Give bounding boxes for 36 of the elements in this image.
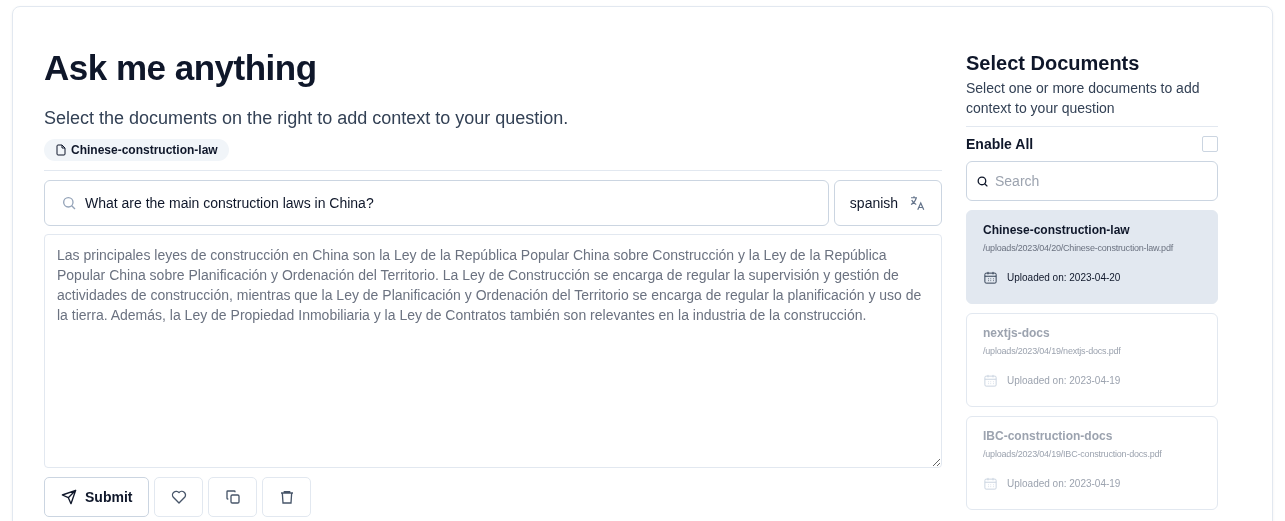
trash-icon [278,489,295,505]
copy-button[interactable] [208,477,258,517]
search-icon [61,195,77,211]
like-button[interactable] [154,477,204,517]
answer-box[interactable]: Las principales leyes de construcción en China son la Ley de la República Popular China sobre Construcción y la Ley de la República Popular China sobre Planificación y Ordenación del Territorio. La Ley de Construcción se encarga de regular la supervisión y gestión de actividades de construcción, mientras que la Ley de Planificación y Ordenación del Territorio se encarga de regular la planificación y uso de la tierra. Además, la Ley de Propiedad Inmobiliaria y la Ley de Contratos también son relevantes en la industria de la construcción. [44,234,942,468]
upload-date: Uploaded on: 2023-04-19 [1007,375,1121,386]
document-path: /uploads/2023/04/19/IBC-construction-docs.pdf [983,449,1162,459]
page-title: Ask me anything [44,47,318,89]
search-field[interactable]: Search [966,161,1218,201]
translate-icon [908,194,927,212]
sidebar-title: Select Documents [966,51,1141,75]
document-name: Chinese-construction-law [983,223,1130,237]
calendar-icon [983,270,998,285]
upload-date: Uploaded on: 2023-04-19 [1007,478,1121,489]
upload-date: Uploaded on: 2023-04-20 [1007,272,1121,283]
calendar-icon [983,476,998,491]
document-name: nextjs-docs [983,326,1050,340]
sidebar-description: Select one or more documents to add context to your question [966,79,1201,118]
document-tag: Chinese-construction-law [44,139,229,161]
send-icon [61,489,77,505]
enable-all-checkbox[interactable] [1202,136,1218,152]
heart-icon [170,489,187,505]
document-path: /uploads/2023/04/20/Chinese-construction-law.pdf [983,243,1174,253]
question-field[interactable]: What are the main construction laws in China? [44,180,829,226]
document-path: /uploads/2023/04/19/nextjs-docs.pdf [983,346,1121,356]
document-name: IBC-construction-docs [983,429,1113,443]
search-icon [976,175,989,188]
page-subtitle: Select the documents on the right to add context to your question. [44,107,570,129]
submit-button[interactable]: Submit [44,477,150,517]
enable-all-label: Enable All [966,136,1034,152]
delete-button[interactable] [262,477,312,517]
language-button[interactable]: spanish [834,180,942,226]
document-card[interactable]: Chinese-construction-law /uploads/2023/04/20/Chinese-construction-law.pdf Uploaded on: 2023-04-20 [966,210,1218,304]
copy-icon [224,489,241,505]
file-icon [55,144,67,156]
calendar-icon [983,373,998,388]
